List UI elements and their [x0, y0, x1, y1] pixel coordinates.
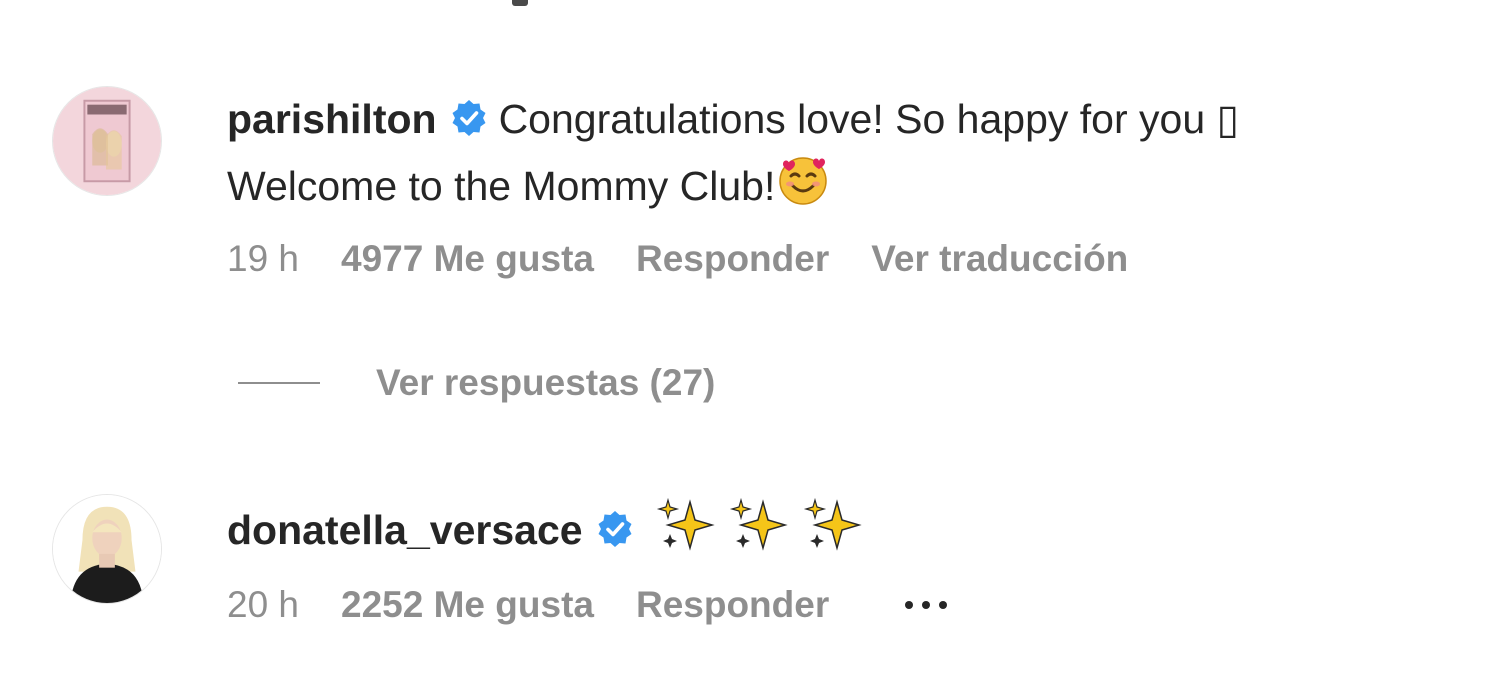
missing-glyph: ▯: [1216, 96, 1240, 142]
comment-text: Congratulations love! So happy for you: [498, 96, 1206, 142]
comment-username[interactable]: donatella_versace: [227, 507, 583, 553]
comment-time[interactable]: 20 h: [227, 584, 299, 626]
view-replies-button[interactable]: Ver respuestas (27): [238, 362, 715, 404]
view-replies-label: Ver respuestas (27): [376, 362, 716, 403]
cut-off-glyph: [512, 0, 528, 6]
verified-badge-icon: [595, 504, 635, 547]
comment-time[interactable]: 19 h: [227, 238, 299, 280]
avatar[interactable]: [52, 86, 162, 196]
sparkles-icon: [803, 496, 865, 569]
comment-text-line-2: Welcome to the Mommy Club!: [227, 163, 776, 209]
reply-button[interactable]: Responder: [636, 238, 829, 280]
reply-button[interactable]: Responder: [636, 584, 829, 626]
smiling-face-with-hearts-icon: [775, 152, 831, 225]
comment-username[interactable]: parishilton: [227, 96, 437, 142]
comment-likes[interactable]: 2252 Me gusta: [341, 584, 594, 626]
comment-meta: 19 h 4977 Me gusta Responder Ver traducc…: [227, 238, 1128, 280]
comment-likes[interactable]: 4977 Me gusta: [341, 238, 594, 280]
replies-divider: [238, 382, 320, 384]
sparkles-icon: [656, 496, 718, 569]
avatar[interactable]: [52, 494, 162, 604]
verified-badge-icon: [449, 93, 489, 136]
comment-meta: 20 h 2252 Me gusta Responder: [227, 584, 948, 626]
more-options-icon[interactable]: [905, 601, 948, 609]
translate-button[interactable]: Ver traducción: [871, 238, 1128, 280]
sparkles-icon: [729, 496, 791, 569]
